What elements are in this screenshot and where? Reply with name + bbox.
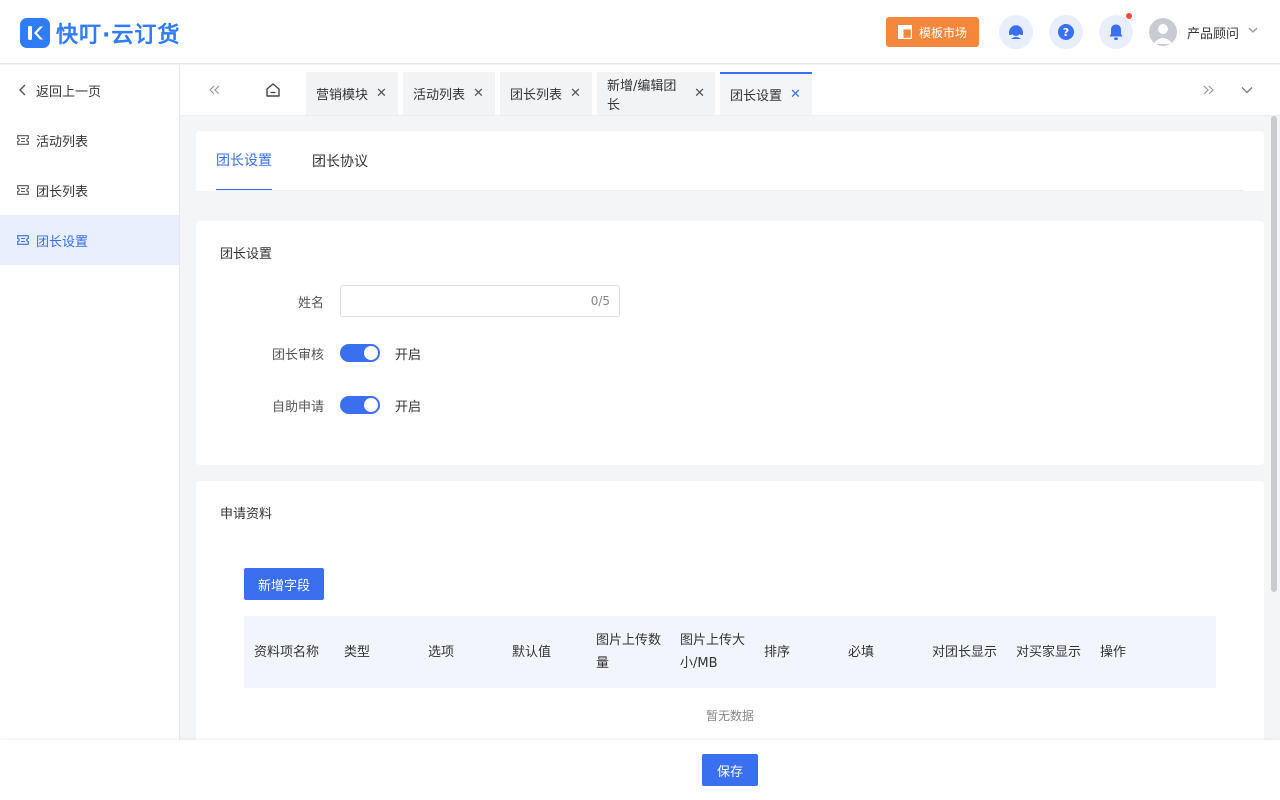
column-header: 对买家显示 xyxy=(1016,644,1082,660)
column-header: 默认值 xyxy=(512,644,552,660)
top-header: 快叮·云订货 模板市场 ? 产品顾问 xyxy=(0,0,1280,64)
tab-marketing[interactable]: 营销模块 ✕ xyxy=(306,72,398,115)
svg-text:?: ? xyxy=(1063,26,1069,39)
self-apply-toggle[interactable] xyxy=(340,396,380,414)
template-icon xyxy=(897,25,912,39)
chevron-left-icon xyxy=(19,84,26,96)
help-button[interactable]: ? xyxy=(1049,15,1083,49)
tab-leader-list[interactable]: 团长列表 ✕ xyxy=(500,72,592,115)
sidebar-item-label: 团长列表 xyxy=(36,184,89,200)
user-avatar[interactable] xyxy=(1149,18,1177,46)
back-link[interactable]: 返回上一页 xyxy=(0,65,179,115)
page-tabs-bar: 营销模块 ✕ 活动列表 ✕ 团长列表 ✕ 新增/编辑团长 ✕ 团长设置 ✕ xyxy=(180,65,1280,116)
chevron-down-icon[interactable] xyxy=(1248,25,1258,35)
ticket-icon xyxy=(17,185,29,195)
user-name[interactable]: 产品顾问 xyxy=(1187,23,1239,42)
chevron-down-icon xyxy=(1241,87,1253,94)
self-apply-label: 自助申请 xyxy=(271,400,324,415)
notifications-button[interactable] xyxy=(1099,13,1133,49)
sidebar: 返回上一页 活动列表 团长列表 团长设置 xyxy=(0,65,180,740)
review-toggle[interactable] xyxy=(340,344,380,362)
template-market-button[interactable]: 模板市场 xyxy=(886,17,979,47)
sidebar-item-activity-list[interactable]: 活动列表 xyxy=(0,115,179,165)
app-logo[interactable]: 快叮·云订货 xyxy=(20,17,180,49)
content-scrollbar[interactable] xyxy=(1271,116,1277,592)
self-apply-state: 开启 xyxy=(395,400,422,415)
logo-text: 快叮·云订货 xyxy=(56,23,181,48)
tab-label: 新增/编辑团长 xyxy=(607,78,677,113)
application-info-card: 申请资料 新增字段 资料项名称 类型 选项 默认值 图片上传数量 图片上传大小/… xyxy=(196,481,1264,740)
tab-edit-leader[interactable]: 新增/编辑团长 ✕ xyxy=(597,72,715,115)
column-header: 排序 xyxy=(764,644,791,660)
column-header: 资料项名称 xyxy=(254,644,320,660)
ticket-icon xyxy=(17,135,29,145)
sidebar-item-label: 活动列表 xyxy=(36,134,89,150)
back-link-label: 返回上一页 xyxy=(36,84,102,100)
tabs-menu-button[interactable] xyxy=(1232,65,1262,115)
service-icon xyxy=(1009,25,1023,39)
settings-subtabs: 团长设置 团长协议 xyxy=(196,131,1264,191)
tab-leader-settings[interactable]: 团长设置 ✕ xyxy=(720,72,812,115)
customer-service-button[interactable] xyxy=(999,15,1033,49)
home-tab[interactable] xyxy=(258,65,288,115)
close-icon[interactable]: ✕ xyxy=(570,86,581,101)
sidebar-item-leader-settings[interactable]: 团长设置 xyxy=(0,215,179,265)
sidebar-item-label: 团长设置 xyxy=(36,234,89,250)
tab-label: 团长列表 xyxy=(510,88,563,103)
section-title: 团长设置 xyxy=(220,247,273,262)
fields-table-header: 资料项名称 类型 选项 默认值 图片上传数量 图片上传大小/MB 排序 必填 对… xyxy=(244,616,1216,688)
column-header: 对团长显示 xyxy=(932,644,998,660)
tabs-scroll-right-button[interactable] xyxy=(1193,65,1223,115)
column-header: 类型 xyxy=(344,644,371,660)
close-icon[interactable]: ✕ xyxy=(790,87,801,102)
tab-activity-list[interactable]: 活动列表 ✕ xyxy=(403,72,495,115)
close-icon[interactable]: ✕ xyxy=(473,86,484,101)
name-label: 姓名 xyxy=(297,296,324,311)
ticket-icon xyxy=(17,235,29,245)
double-chevron-left-icon xyxy=(209,85,220,95)
logo-k-icon xyxy=(20,18,50,48)
column-header: 选项 xyxy=(428,644,455,660)
add-field-button[interactable]: 新增字段 xyxy=(244,568,324,600)
subtabs-divider xyxy=(216,190,1244,191)
toggle-knob xyxy=(364,398,378,412)
column-header: 图片上传数量 xyxy=(596,633,662,671)
save-button[interactable]: 保存 xyxy=(702,754,758,786)
tab-label: 营销模块 xyxy=(316,88,369,103)
bell-icon xyxy=(1109,24,1123,40)
footer-bar: 保存 xyxy=(0,740,1280,800)
tab-label: 团长设置 xyxy=(730,89,783,104)
char-counter: 0/5 xyxy=(590,294,610,308)
toggle-knob xyxy=(364,346,378,360)
avatar-icon xyxy=(1153,24,1173,44)
empty-state-text: 暂无数据 xyxy=(705,709,754,723)
template-market-label: 模板市场 xyxy=(918,25,967,40)
column-header: 操作 xyxy=(1100,644,1127,660)
subtab-leader-agreement[interactable]: 团长协议 xyxy=(312,131,368,191)
unread-dot xyxy=(1126,13,1132,19)
tabs-scroll-left-button[interactable] xyxy=(200,65,230,115)
subtab-leader-settings[interactable]: 团长设置 xyxy=(216,131,272,191)
double-chevron-right-icon xyxy=(1203,85,1214,95)
column-header: 必填 xyxy=(848,644,875,660)
close-icon[interactable]: ✕ xyxy=(376,86,387,101)
tab-label: 活动列表 xyxy=(413,88,466,103)
section-title: 申请资料 xyxy=(220,507,273,522)
help-icon: ? xyxy=(1058,24,1074,40)
leader-settings-card: 团长设置 姓名 0/5 团长审核 开启 自助申请 开启 xyxy=(196,221,1264,465)
name-input[interactable]: 0/5 xyxy=(340,285,620,317)
close-icon[interactable]: ✕ xyxy=(694,86,705,101)
review-state: 开启 xyxy=(395,348,422,363)
sidebar-item-leader-list[interactable]: 团长列表 xyxy=(0,165,179,215)
review-label: 团长审核 xyxy=(271,348,324,363)
home-icon xyxy=(266,83,280,97)
column-header: 图片上传大小/MB xyxy=(680,633,746,671)
